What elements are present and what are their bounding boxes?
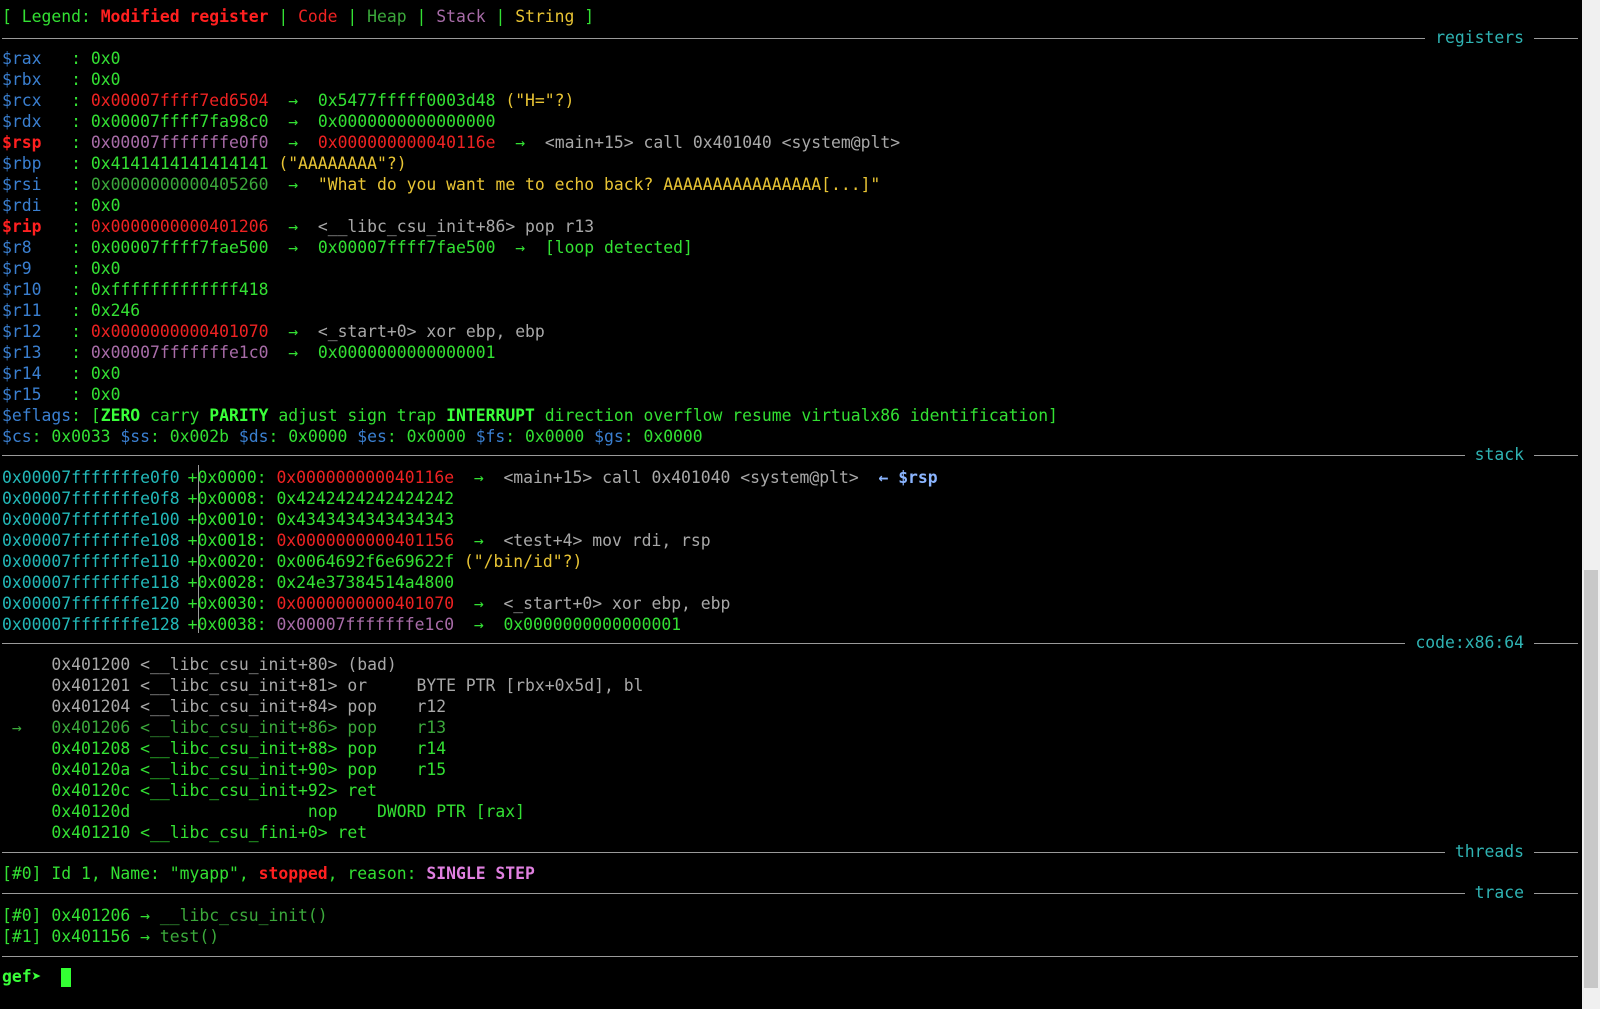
register-r12: $r12 : 0x0000000000401070 → <_start+0> x… (2, 322, 545, 341)
code-section-label: code:x86:64 (1405, 632, 1534, 653)
separator-line (2, 38, 1578, 39)
trace-line: [#1] 0x401156 → test() (2, 927, 220, 946)
stack-row: 0x00007fffffffe110 +0x0020: 0x0064692f6e6… (2, 552, 583, 571)
registers-section-label: registers (1425, 27, 1534, 48)
code-line: 0x401200 <__libc_csu_init+80> (bad) (51, 655, 397, 674)
code-separator: code:x86:64 (2, 632, 1578, 653)
register-rsi: $rsi : 0x0000000000405260 → "What do you… (2, 175, 881, 194)
code-line: 0x40120d nop DWORD PTR [rax] (51, 802, 526, 821)
register-eflags: $eflags: [ZERO carry PARITY adjust sign … (2, 406, 1058, 425)
register-rax: $rax : 0x0 (2, 49, 121, 68)
register-rbx: $rbx : 0x0 (2, 70, 121, 89)
code-line: 0x40120a <__libc_csu_init+90> pop r15 (51, 760, 447, 779)
stack-section-label: stack (1464, 444, 1534, 465)
stack-row: 0x00007fffffffe120 +0x0030: 0x00000000004… (2, 594, 731, 613)
register-r14: $r14 : 0x0 (2, 364, 121, 383)
register-rdx: $rdx : 0x00007ffff7fa98c0 → 0x0000000000… (2, 112, 496, 131)
stack-row: 0x00007fffffffe108 +0x0018: 0x00000000004… (2, 531, 711, 550)
legend-heap: Heap (367, 7, 407, 26)
legend-open: [ Legend: (2, 7, 101, 26)
register-r9: $r9 : 0x0 (2, 259, 121, 278)
code-line: 0x401204 <__libc_csu_init+84> pop r12 (51, 697, 447, 716)
register-r13: $r13 : 0x00007fffffffe1c0 → 0x0000000000… (2, 343, 496, 362)
stack-row: 0x00007fffffffe118 +0x0028: 0x24e37384514… (2, 573, 455, 592)
register-rdi: $rdi : 0x0 (2, 196, 121, 215)
scrollbar-thumb[interactable] (1584, 570, 1598, 988)
prompt-separator (2, 956, 1578, 957)
legend-modified-register: Modified register (100, 7, 269, 26)
register-r15: $r15 : 0x0 (2, 385, 121, 404)
thread-line: [#0] Id 1, Name: "myapp", stopped, reaso… (2, 864, 535, 883)
code-line: 0x40120c <__libc_csu_init+92> ret (51, 781, 377, 800)
threads-separator: threads (2, 841, 1578, 862)
register-r11: $r11 : 0x246 (2, 301, 141, 320)
stack-row: 0x00007fffffffe0f0 +0x0000: 0x00000000004… (2, 468, 938, 487)
stack-separator: stack (2, 444, 1578, 465)
gef-prompt[interactable]: gef➤ (2, 966, 72, 987)
trace-section-label: trace (1464, 882, 1534, 903)
trace-line: [#0] 0x401206 → __libc_csu_init() (2, 906, 328, 925)
register-rcx: $rcx : 0x00007ffff7ed6504 → 0x5477fffff0… (2, 91, 575, 110)
legend-code: Code (298, 7, 338, 26)
legend-string: String (515, 7, 575, 26)
scrollbar[interactable] (1582, 0, 1600, 1009)
stack-row: 0x00007fffffffe100 +0x0010: 0x43434343434… (2, 510, 455, 529)
terminal[interactable]: [ Legend: Modified register | Code | Hea… (2, 2, 1580, 1005)
legend-line: [ Legend: Modified register | Code | Hea… (2, 7, 595, 26)
register-r10: $r10 : 0xfffffffffffff418 (2, 280, 269, 299)
register-rsp: $rsp : 0x00007fffffffe0f0 → 0x0000000000… (2, 133, 901, 152)
text-cursor (61, 968, 72, 987)
registers-separator: registers (2, 27, 1578, 48)
trace-separator: trace (2, 882, 1578, 903)
code-line: 0x401210 <__libc_csu_fini+0> ret (51, 823, 368, 842)
code-line-current: → 0x401206 <__libc_csu_init+86> pop r13 (2, 718, 447, 737)
code-line: 0x401208 <__libc_csu_init+88> pop r14 (51, 739, 447, 758)
stack-row: 0x00007fffffffe0f8 +0x0008: 0x42424242424… (2, 489, 455, 508)
threads-section-label: threads (1444, 841, 1534, 862)
register-rbp: $rbp : 0x4141414141414141 ("AAAAAAAA"?) (2, 154, 407, 173)
legend-stack: Stack (436, 7, 486, 26)
code-line: 0x401201 <__libc_csu_init+81> or BYTE PT… (51, 676, 644, 695)
register-rip: $rip : 0x0000000000401206 → <__libc_csu_… (2, 217, 595, 236)
current-instruction-arrow-icon: → (2, 718, 52, 737)
register-r8: $r8 : 0x00007ffff7fae500 → 0x00007ffff7f… (2, 238, 693, 257)
